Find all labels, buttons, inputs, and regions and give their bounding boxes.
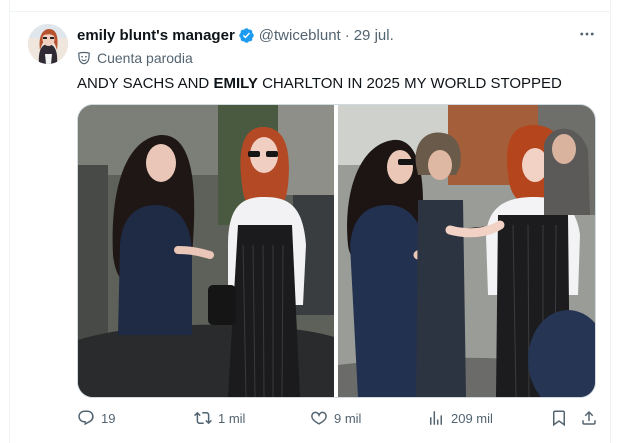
heart-icon bbox=[311, 411, 327, 425]
share-button[interactable] bbox=[580, 408, 598, 428]
share-icon bbox=[582, 410, 596, 425]
tweet[interactable]: emily blunt's manager @twiceblunt · 29 j… bbox=[9, 12, 611, 443]
verified-badge-icon[interactable] bbox=[238, 27, 255, 44]
views-chart-icon bbox=[430, 411, 442, 425]
repost-icon bbox=[194, 411, 212, 425]
repost-button[interactable]: 1 mil bbox=[194, 408, 245, 428]
repost-count: 1 mil bbox=[218, 410, 246, 426]
avatar[interactable] bbox=[28, 24, 68, 64]
like-count: 9 mil bbox=[334, 410, 362, 426]
reply-icon bbox=[78, 410, 94, 426]
views-button[interactable]: 209 mil bbox=[427, 408, 493, 428]
avatar-image bbox=[28, 24, 68, 64]
tweet-header: emily blunt's manager @twiceblunt · 29 j… bbox=[77, 25, 394, 45]
more-horizontal-icon bbox=[580, 32, 594, 36]
tweet-text-bold: EMILY bbox=[213, 75, 258, 92]
bookmark-button[interactable] bbox=[550, 408, 568, 428]
media-grid[interactable] bbox=[77, 104, 596, 398]
previous-tweet-edge bbox=[9, 0, 611, 12]
photo-left[interactable] bbox=[78, 105, 334, 397]
tweet-text-part: CHARLTON IN 2025 MY WORLD STOPPED bbox=[257, 75, 562, 92]
author-handle[interactable]: @twiceblunt bbox=[259, 27, 341, 44]
parody-label: Cuenta parodia bbox=[77, 49, 193, 67]
tweet-date[interactable]: 29 jul. bbox=[354, 27, 394, 44]
like-button[interactable]: 9 mil bbox=[310, 408, 361, 428]
photo-right[interactable] bbox=[338, 105, 595, 397]
more-options-button[interactable] bbox=[576, 25, 598, 43]
separator-dot: · bbox=[344, 26, 350, 44]
views-count: 209 mil bbox=[451, 410, 493, 426]
tweet-actions: 19 1 mil 9 mil 209 mil bbox=[77, 408, 596, 428]
parody-mask-icon bbox=[78, 51, 90, 65]
bookmark-icon bbox=[553, 410, 565, 427]
reply-count: 19 bbox=[101, 410, 116, 426]
tweet-text-part: ANDY SACHS AND bbox=[77, 75, 214, 92]
tweet-text: ANDY SACHS AND EMILY CHARLTON IN 2025 MY… bbox=[77, 75, 562, 92]
reply-button[interactable]: 19 bbox=[77, 408, 115, 428]
display-name[interactable]: emily blunt's manager bbox=[77, 27, 235, 44]
parody-label-text: Cuenta parodia bbox=[97, 50, 193, 66]
